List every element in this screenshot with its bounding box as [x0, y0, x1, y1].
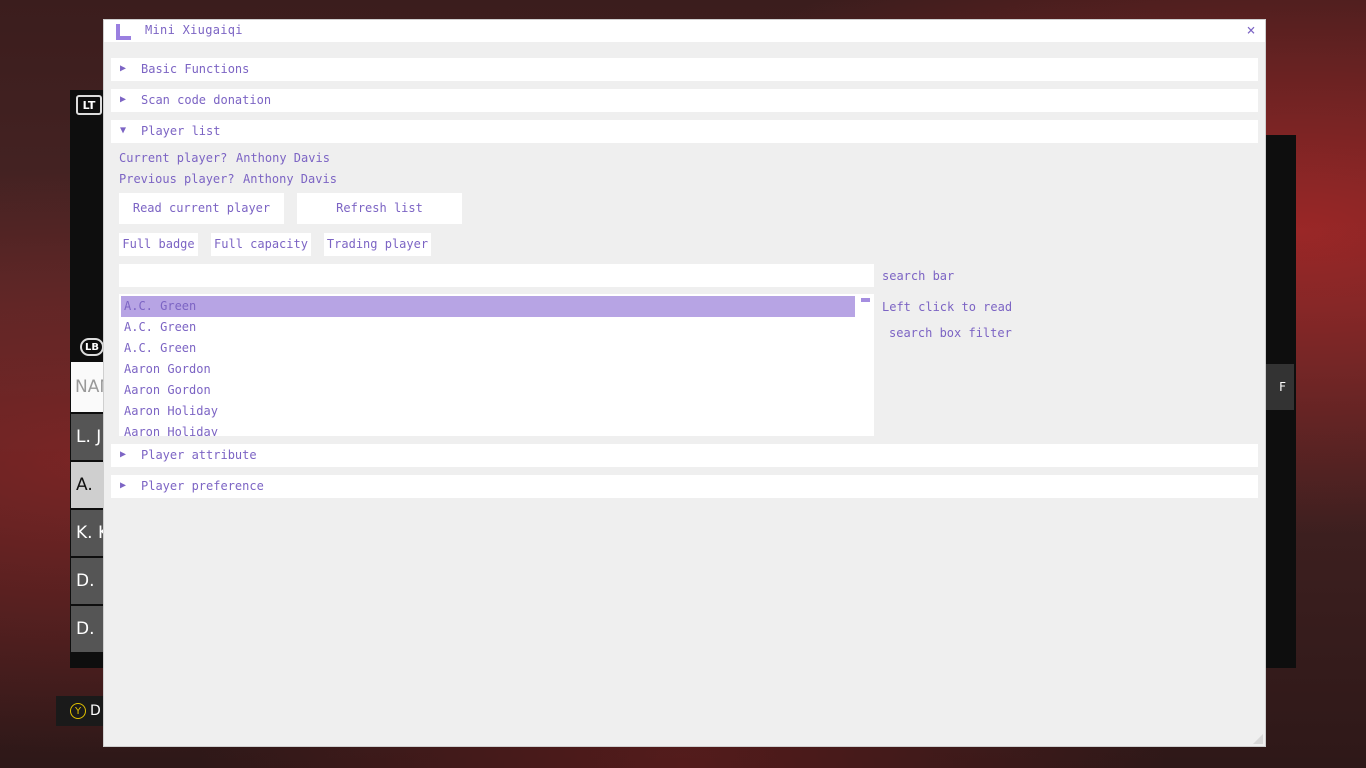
search-filter-hint: search box filter — [889, 326, 1012, 340]
game-right-header: F — [1262, 364, 1294, 410]
close-icon[interactable]: × — [1243, 21, 1259, 39]
section-label: Player preference — [141, 479, 264, 493]
section-basic-functions[interactable]: ▶ Basic Functions — [111, 58, 1258, 81]
collapse-arrow-icon: ▼ — [120, 125, 127, 136]
list-item[interactable]: A.C. Green — [121, 317, 855, 338]
game-bottom-label: D — [90, 703, 101, 719]
window-title: Mini Xiugaiqi — [145, 23, 243, 37]
section-player-preference[interactable]: ▶ Player preference — [111, 475, 1258, 498]
list-scrollbar-thumb[interactable] — [861, 298, 870, 302]
refresh-list-button[interactable]: Refresh list — [297, 193, 462, 224]
lb-button-icon: LB — [80, 338, 104, 356]
previous-player-value: Anthony Davis — [243, 172, 337, 186]
section-player-list[interactable]: ▼ Player list — [111, 120, 1258, 143]
player-listbox[interactable]: A.C. Green A.C. Green A.C. Green Aaron G… — [119, 294, 874, 436]
expand-arrow-icon: ▶ — [120, 94, 127, 105]
list-item[interactable]: Aaron Gordon — [121, 380, 855, 401]
section-scan-code-donation[interactable]: ▶ Scan code donation — [111, 89, 1258, 112]
list-item[interactable]: A.C. Green — [121, 296, 855, 317]
current-player-label: Current player? — [119, 151, 228, 165]
section-label: Player attribute — [141, 448, 257, 462]
expand-arrow-icon: ▶ — [120, 449, 127, 460]
resize-grip-icon[interactable] — [1253, 734, 1263, 744]
read-current-player-button[interactable]: Read current player — [119, 193, 284, 224]
section-player-attribute[interactable]: ▶ Player attribute — [111, 444, 1258, 467]
mini-xiugaiqi-window: Mini Xiugaiqi × ▶ Basic Functions ▶ Scan… — [103, 19, 1266, 747]
list-item[interactable]: Aaron Gordon — [121, 359, 855, 380]
app-logo-icon — [116, 24, 131, 40]
section-label: Basic Functions — [141, 62, 250, 76]
list-item[interactable]: Aaron Holiday — [121, 422, 855, 436]
trading-player-button[interactable]: Trading player — [324, 233, 431, 256]
previous-player-label: Previous player? — [119, 172, 235, 186]
current-player-value: Anthony Davis — [236, 151, 330, 165]
section-label: Scan code donation — [141, 93, 272, 107]
list-item[interactable]: A.C. Green — [121, 338, 855, 359]
left-click-hint: Left click to read — [882, 300, 1013, 314]
full-capacity-button[interactable]: Full capacity — [211, 233, 311, 256]
title-bar[interactable]: Mini Xiugaiqi × — [104, 20, 1265, 42]
full-badge-button[interactable]: Full badge — [119, 233, 198, 256]
y-button-icon: Y — [70, 703, 86, 719]
lt-button-icon: LT — [76, 95, 102, 115]
game-bottom-hint: Y D — [56, 696, 106, 726]
expand-arrow-icon: ▶ — [120, 63, 127, 74]
expand-arrow-icon: ▶ — [120, 480, 127, 491]
search-bar-label: search bar — [882, 269, 955, 283]
section-label: Player list — [141, 124, 221, 138]
list-item[interactable]: Aaron Holiday — [121, 401, 855, 422]
search-input[interactable] — [119, 264, 874, 287]
